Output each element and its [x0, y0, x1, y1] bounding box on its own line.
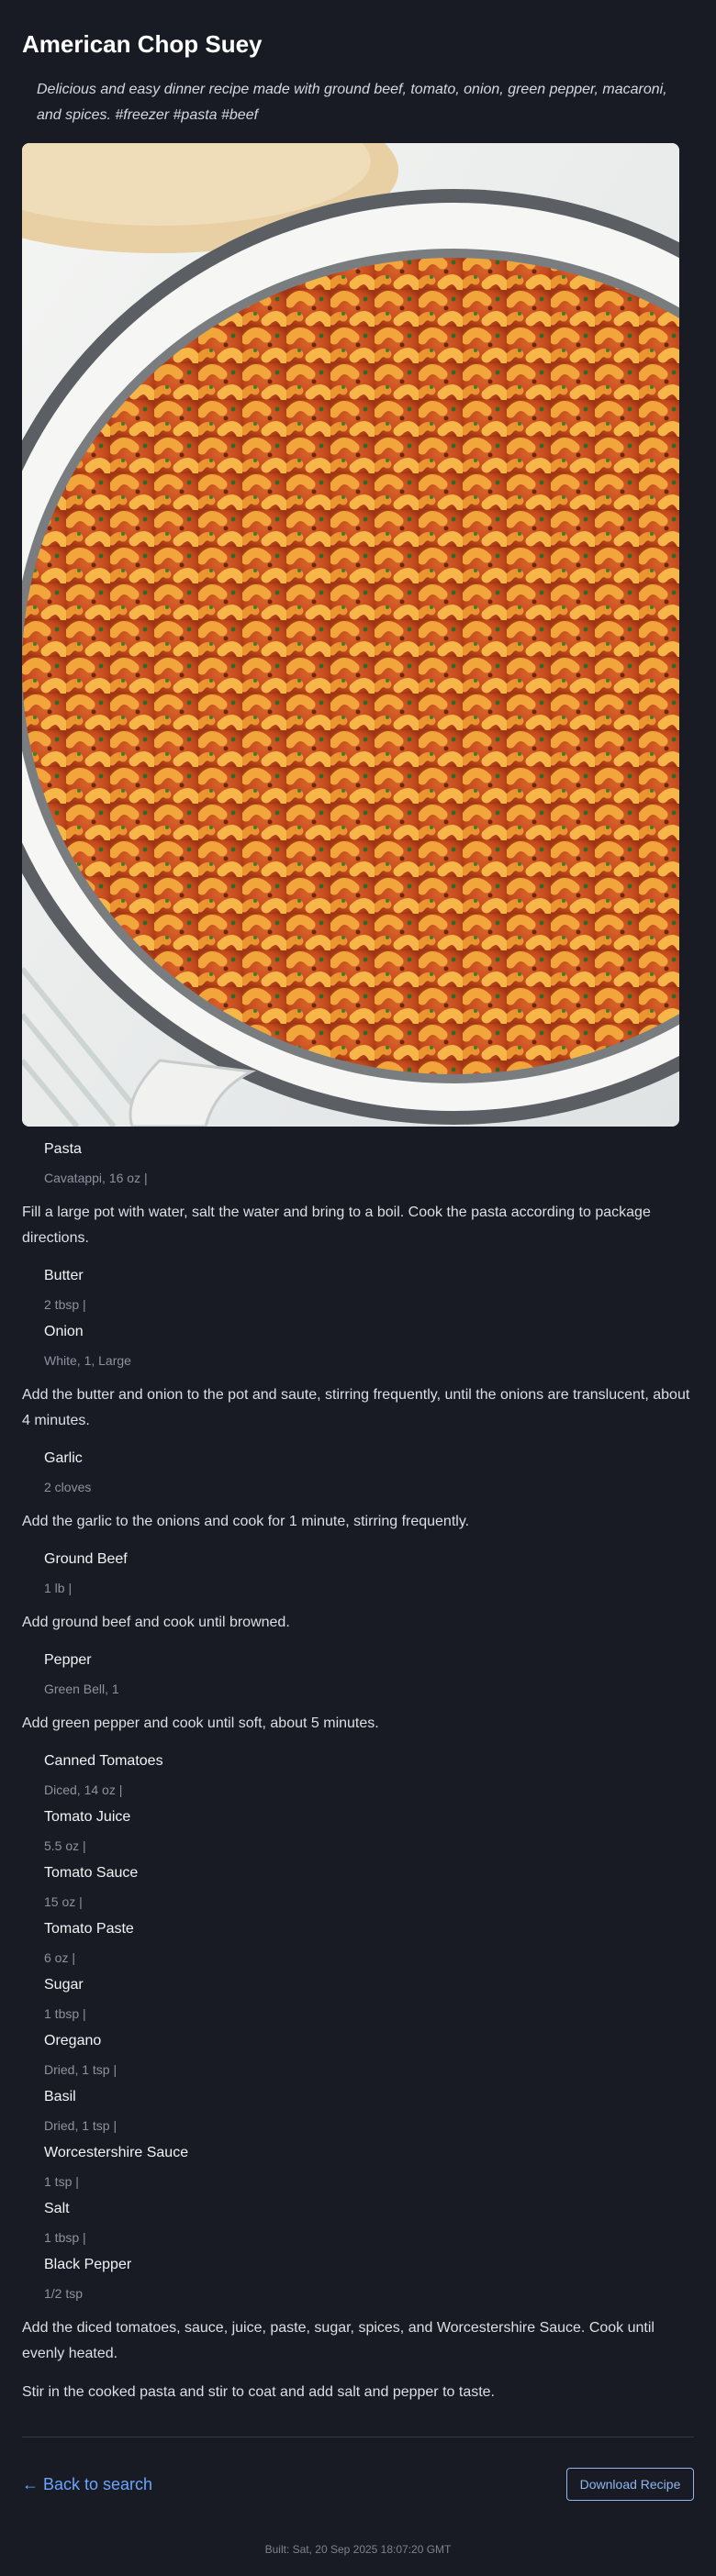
ingredient-detail: Dried, 1 tsp |: [44, 2062, 117, 2077]
instruction-step: Add green pepper and cook until soft, ab…: [22, 1715, 379, 1731]
ingredient-item: Black Pepper 1/2 tsp: [44, 2249, 694, 2303]
ingredient-name: Worcestershire Sauce: [44, 2145, 189, 2160]
ingredient-name: Onion: [44, 1324, 84, 1339]
ingredient-detail: Dried, 1 tsp |: [44, 2118, 117, 2133]
ingredient-item: Pasta Cavatappi, 16 oz |: [44, 1134, 694, 1187]
instruction-step: Fill a large pot with water, salt the wa…: [22, 1205, 651, 1246]
download-recipe-button[interactable]: Download Recipe: [566, 2468, 694, 2501]
build-timestamp: Built: Sat, 20 Sep 2025 18:07:20 GMT: [264, 2543, 452, 2556]
ingredient-item: Sugar 1 tbsp |: [44, 1970, 694, 2023]
ingredient-detail: Diced, 14 oz |: [44, 1782, 123, 1797]
instruction-step: Add the butter and onion to the pot and …: [22, 1387, 690, 1428]
ingredient-name: Pepper: [44, 1652, 92, 1668]
ingredient-name: Ground Beef: [44, 1551, 128, 1567]
ingredient-name: Basil: [44, 2089, 76, 2104]
recipe-body: Pasta Cavatappi, 16 oz | Fill a large pot …: [22, 1134, 694, 2415]
instruction-step: Add ground beef and cook until browned.: [22, 1615, 290, 1630]
ingredient-detail: 2 tbsp |: [44, 1297, 86, 1312]
ingredient-detail: Cavatappi, 16 oz |: [44, 1171, 148, 1185]
ingredient-item: Basil Dried, 1 tsp |: [44, 2082, 694, 2135]
ingredient-detail: Green Bell, 1: [44, 1682, 119, 1696]
recipe-title: American Chop Suey: [22, 30, 263, 58]
ingredient-name: Tomato Sauce: [44, 1865, 139, 1881]
ingredient-detail: 15 oz |: [44, 1894, 83, 1909]
ingredient-item: Tomato Juice 5.5 oz |: [44, 1802, 694, 1855]
instruction-step: Stir in the cooked pasta and stir to coa…: [22, 2384, 495, 2400]
ingredient-item: Garlic 2 cloves: [44, 1443, 694, 1496]
ingredient-item: Tomato Sauce 15 oz |: [44, 1858, 694, 1911]
ingredient-detail: 1 tbsp |: [44, 2006, 86, 2021]
ingredient-item: Butter 2 tbsp |: [44, 1260, 694, 1314]
ingredient-name: Pasta: [44, 1141, 82, 1157]
ingredient-detail: White, 1, Large: [44, 1353, 131, 1368]
ingredient-item: Canned Tomatoes Diced, 14 oz |: [44, 1746, 694, 1799]
ingredient-name: Garlic: [44, 1450, 83, 1466]
ingredient-item: Pepper Green Bell, 1: [44, 1645, 694, 1698]
instruction-step: Add the garlic to the onions and cook fo…: [22, 1514, 470, 1529]
back-to-search-link[interactable]: ← Back to search: [22, 2472, 152, 2496]
ingredient-item: Worcestershire Sauce 1 tsp |: [44, 2137, 694, 2191]
ingredient-name: Sugar: [44, 1977, 84, 1993]
ingredient-detail: 1/2 tsp: [44, 2286, 84, 2301]
recipe-description: Delicious and easy dinner recipe made wi…: [37, 82, 667, 123]
ingredient-item: Ground Beef 1 lb |: [44, 1544, 694, 1597]
ingredient-name: Butter: [44, 1268, 84, 1283]
ingredient-name: Salt: [44, 2201, 70, 2216]
ingredient-name: Oregano: [44, 2033, 102, 2049]
ingredient-detail: 1 tbsp |: [44, 2230, 86, 2245]
ingredient-item: Onion White, 1, Large: [44, 1316, 694, 1370]
ingredient-item: Tomato Paste 6 oz |: [44, 1914, 694, 1967]
ingredient-name: Tomato Juice: [44, 1809, 131, 1825]
recipe-image: [22, 143, 679, 1127]
ingredient-detail: 1 tsp |: [44, 2174, 79, 2189]
ingredient-name: Canned Tomatoes: [44, 1753, 163, 1769]
ingredient-detail: 2 cloves: [44, 1480, 92, 1494]
instruction-step: Add the diced tomatoes, sauce, juice, pa…: [22, 2320, 654, 2361]
ingredient-item: Oregano Dried, 1 tsp |: [44, 2026, 694, 2079]
ingredient-detail: 6 oz |: [44, 1950, 75, 1965]
ingredient-name: Black Pepper: [44, 2257, 132, 2272]
ingredient-item: Salt 1 tbsp |: [44, 2193, 694, 2247]
ingredient-detail: 5.5 oz |: [44, 1838, 86, 1853]
ingredient-name: Tomato Paste: [44, 1921, 134, 1937]
ingredient-detail: 1 lb |: [44, 1581, 73, 1595]
